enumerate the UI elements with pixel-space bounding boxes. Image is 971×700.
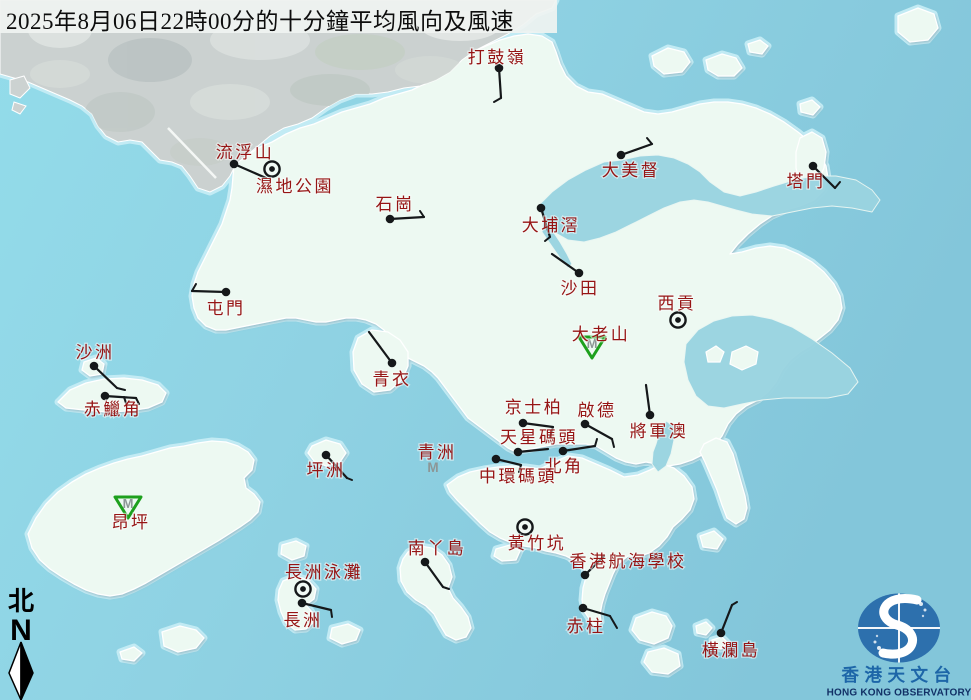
station-label: 南丫島: [408, 539, 467, 558]
station-label: 京士柏: [505, 398, 564, 417]
station-label: 大埔滘: [522, 216, 581, 235]
station-dot: [421, 558, 430, 567]
station-dot: [298, 599, 307, 608]
hko-logo-name-cn: 香港天文台: [842, 665, 957, 685]
station-label: 長洲泳灘: [285, 563, 363, 582]
station-label: 屯門: [207, 299, 246, 318]
calm-wind-dot: [269, 166, 275, 172]
calm-wind-dot: [300, 586, 306, 592]
station-label: 流浮山: [216, 143, 275, 162]
station-dot: [386, 215, 395, 224]
station-label: 打鼓嶺: [468, 48, 527, 67]
station-dot: [717, 629, 726, 638]
no-data-m: M: [427, 460, 438, 475]
station-dot: [492, 455, 501, 464]
wind-barb: [331, 610, 332, 617]
station-label: 西貢: [658, 294, 697, 313]
calm-wind-dot: [522, 524, 528, 530]
station-label: 黃竹坑: [508, 534, 567, 553]
station-label: 坪洲: [307, 461, 346, 480]
station-dot: [581, 571, 590, 580]
station-dot: [222, 288, 231, 297]
station-dot: [575, 269, 584, 278]
station-label: 青洲: [418, 443, 457, 462]
station-label: 塔門: [787, 172, 826, 191]
hko-logo-name-en: HONG KONG OBSERVATORY: [827, 688, 971, 699]
no-data-m: M: [123, 496, 134, 511]
station-dot: [581, 420, 590, 429]
station-label: 將軍澳: [630, 422, 689, 441]
wind-staff: [192, 291, 226, 292]
station-label: 天星碼頭: [500, 428, 578, 447]
station-dot: [646, 411, 655, 420]
station-label: 赤鱲角: [84, 400, 143, 419]
station-label: 青衣: [373, 370, 412, 389]
station-label: 啟德: [578, 401, 617, 420]
station-label: 長洲: [284, 611, 323, 630]
station-dot: [537, 204, 546, 213]
station-dot: [559, 447, 568, 456]
hong-kong-map: 打鼓嶺流浮山濕地公園石崗 大美督塔門大埔滘沙田屯門 西貢 M 大老山沙洲赤鱲角 青衣京士柏…: [0, 0, 971, 700]
wind-map-screen: 打鼓嶺流浮山濕地公園石崗 大美督塔門大埔滘沙田屯門 西貢 M 大老山沙洲赤鱲角 青衣京士柏…: [0, 0, 971, 700]
map-title: 2025年8月06日22時00分的十分鐘平均風向及風速: [6, 2, 566, 36]
station-dot: [90, 362, 99, 371]
station-label: 昂坪: [112, 513, 151, 532]
station-dot: [514, 448, 523, 457]
station-dot: [809, 162, 818, 171]
station-label: 中環碼頭: [479, 467, 557, 486]
compass-north-char: 北: [8, 587, 34, 616]
station-dot: [519, 419, 528, 428]
station-label: 大美督: [602, 161, 661, 180]
station-label: 香港航海學校: [570, 552, 687, 571]
station-dot: [579, 604, 588, 613]
station-dot: [322, 451, 331, 460]
station-label: 橫瀾島: [702, 641, 761, 660]
station-label: 赤柱: [567, 617, 606, 636]
station-dot: [388, 359, 397, 368]
station-label: 濕地公園: [256, 177, 334, 196]
calm-wind-dot: [675, 317, 681, 323]
station-label: 石崗: [376, 195, 415, 214]
station-label: 沙洲: [76, 343, 115, 362]
station-dot: [101, 392, 110, 401]
station-label: 沙田: [561, 279, 600, 298]
station-label: 大老山: [572, 325, 631, 344]
station-dot: [617, 151, 626, 160]
